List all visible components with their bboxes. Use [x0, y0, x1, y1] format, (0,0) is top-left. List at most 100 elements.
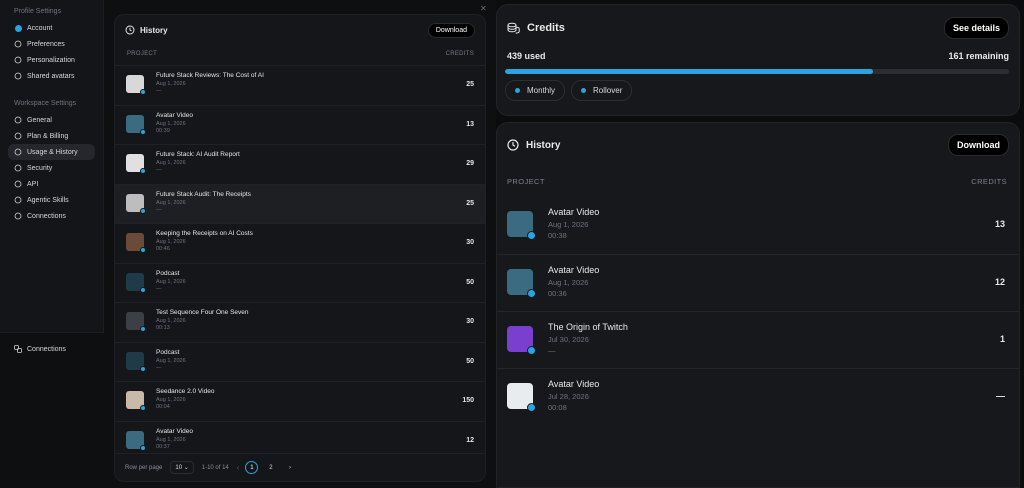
- project-date: Aug 1, 2026: [156, 160, 186, 166]
- monthly-chip[interactable]: Monthly: [505, 80, 566, 101]
- status-badge: [527, 231, 536, 240]
- close-icon[interactable]: ✕: [480, 4, 487, 13]
- project-title: Avatar Video: [548, 265, 600, 275]
- table-row[interactable]: Avatar Video Aug 1, 2026 00:38 13: [497, 197, 1019, 254]
- sidebar-item-preferences[interactable]: Preferences: [8, 36, 95, 52]
- table-row[interactable]: Avatar Video Aug 1, 2026 00:39 13: [115, 104, 485, 145]
- table-row[interactable]: Future Stack: AI Audit Report Aug 1, 2026…: [115, 144, 485, 184]
- table-row[interactable]: Podcast Aug 1, 2026— 50: [115, 341, 485, 382]
- gear-icon: [14, 116, 22, 124]
- credits-value: 12: [994, 277, 1005, 287]
- credits-value: 30: [466, 239, 474, 246]
- dot-icon: [515, 88, 520, 93]
- link-icon: [14, 345, 22, 353]
- page-1-button[interactable]: 1: [245, 461, 259, 474]
- credit-usage: 439 used 161 remaining: [497, 51, 1019, 61]
- project-date: Aug 1, 2026: [156, 120, 186, 127]
- project-duration: —: [156, 88, 162, 94]
- status-badge: [527, 346, 536, 355]
- project-date: Aug 1, 2026: [156, 318, 186, 324]
- see-details-button[interactable]: See details: [943, 17, 1009, 39]
- credits-title: Credits: [507, 22, 565, 34]
- sidebar-item-general[interactable]: General: [8, 112, 95, 128]
- credits-progress-fill: [505, 69, 873, 74]
- sidebar-item-shared-avatars[interactable]: Shared avatars: [8, 68, 95, 84]
- download-button[interactable]: Download: [948, 134, 1009, 156]
- history-icon: [125, 25, 135, 35]
- project-title: Avatar Video: [156, 427, 193, 435]
- credits-value: 30: [466, 318, 474, 325]
- history-card: History Download PROJECT CREDITS Avatar …: [496, 122, 1020, 488]
- project-duration: —: [156, 167, 162, 173]
- page-2-button[interactable]: 2: [264, 461, 277, 474]
- credits-value: 13: [466, 120, 474, 128]
- table-row[interactable]: Test Sequence Four One Seven Aug 1, 2026 0…: [115, 302, 485, 342]
- project-title: Test Sequence Four One Seven: [156, 309, 249, 316]
- prev-page-button[interactable]: ‹: [237, 463, 240, 472]
- sidebar-item-connections[interactable]: Connections: [8, 208, 95, 224]
- history-panel-small: History Download PROJECT CREDITS Future …: [114, 14, 486, 482]
- history-header: History Download: [115, 15, 485, 45]
- status-badge: [140, 326, 146, 332]
- users-icon: [14, 72, 22, 80]
- status-badge: [140, 168, 146, 174]
- project-duration: —: [156, 364, 162, 371]
- project-date: Aug 1, 2026: [548, 278, 589, 287]
- project-date: Aug 1, 2026: [156, 357, 186, 364]
- sidebar-item-label: Account: [27, 24, 53, 32]
- sparkle-icon: [14, 196, 22, 204]
- link-icon: [14, 212, 22, 220]
- project-date: Jul 30, 2026: [548, 335, 589, 344]
- right-pane: Credits See details 439 used 161 remaini…: [496, 0, 1024, 488]
- project-duration: 00:46: [156, 246, 170, 252]
- sliders-icon: [14, 56, 22, 64]
- credits-remaining: 161 remaining: [948, 51, 1009, 61]
- status-badge: [140, 89, 146, 95]
- coins-icon: [507, 22, 520, 34]
- sidebar-item-account[interactable]: Account: [8, 20, 95, 36]
- status-badge: [527, 289, 536, 298]
- project-title: Keeping the Receipts on AI Costs: [156, 230, 253, 237]
- sidebar-item-plan-billing[interactable]: Plan & Billing: [8, 128, 95, 144]
- sliders-icon: [14, 40, 22, 48]
- credits-value: 50: [466, 278, 474, 286]
- sidebar-item-label: Agentic Skills: [27, 196, 69, 204]
- credits-header: Credits See details: [497, 5, 1019, 51]
- project-title: Avatar Video: [548, 379, 600, 389]
- table-row[interactable]: Seedance 2.0 Video Aug 1, 2026 00:04 150: [115, 381, 485, 421]
- credits-progress-bar: [505, 69, 1009, 74]
- next-page-button[interactable]: ›: [283, 461, 296, 474]
- project-duration: —: [548, 346, 556, 355]
- history-icon: [507, 139, 519, 151]
- rows-per-page-select[interactable]: 10 ⌄: [170, 461, 194, 474]
- sidebar-item-label: Security: [27, 164, 53, 172]
- status-badge: [140, 444, 146, 451]
- shield-icon: [14, 164, 22, 172]
- status-badge: [140, 405, 146, 411]
- column-credits: CREDITS: [445, 51, 474, 57]
- table-row[interactable]: Future Stack Reviews: The Cost of AI Aug …: [115, 65, 485, 105]
- project-date: Jul 28, 2026: [548, 392, 589, 401]
- project-duration: 00:08: [548, 403, 567, 412]
- history-title: History: [125, 25, 168, 35]
- table-row[interactable]: Podcast Aug 1, 2026— 50: [115, 262, 485, 303]
- table-row[interactable]: The Origin of Twitch Jul 30, 2026 — 1: [497, 311, 1019, 368]
- sidebar-item-agentic-skills[interactable]: Agentic Skills: [8, 192, 95, 208]
- sidebar-lower: Connections: [0, 332, 104, 488]
- sidebar-item-usage-history[interactable]: Usage & History: [8, 144, 95, 160]
- column-project: PROJECT: [127, 51, 158, 57]
- rollover-chip[interactable]: Rollover: [571, 80, 633, 101]
- sidebar-item-personalization[interactable]: Personalization: [8, 52, 95, 68]
- table-row[interactable]: Avatar Video Jul 28, 2026 00:08 —: [497, 368, 1019, 425]
- sidebar-item-api[interactable]: API: [8, 176, 95, 192]
- download-button[interactable]: Download: [427, 22, 475, 38]
- card-icon: [14, 132, 22, 140]
- sidebar-item-label: General: [27, 116, 52, 124]
- status-badge: [140, 128, 146, 135]
- project-date: Aug 1, 2026: [156, 199, 186, 206]
- sidebar-item-connections-lower[interactable]: Connections: [8, 341, 96, 357]
- table-row[interactable]: Avatar Video Aug 1, 2026 00:36 12: [497, 254, 1019, 311]
- sidebar-item-security[interactable]: Security: [8, 160, 95, 176]
- table-row[interactable]: Future Stack Audit: The Receipts Aug 1, 2…: [115, 183, 485, 223]
- table-row[interactable]: Keeping the Receipts on AI Costs Aug 1, 2…: [115, 223, 485, 263]
